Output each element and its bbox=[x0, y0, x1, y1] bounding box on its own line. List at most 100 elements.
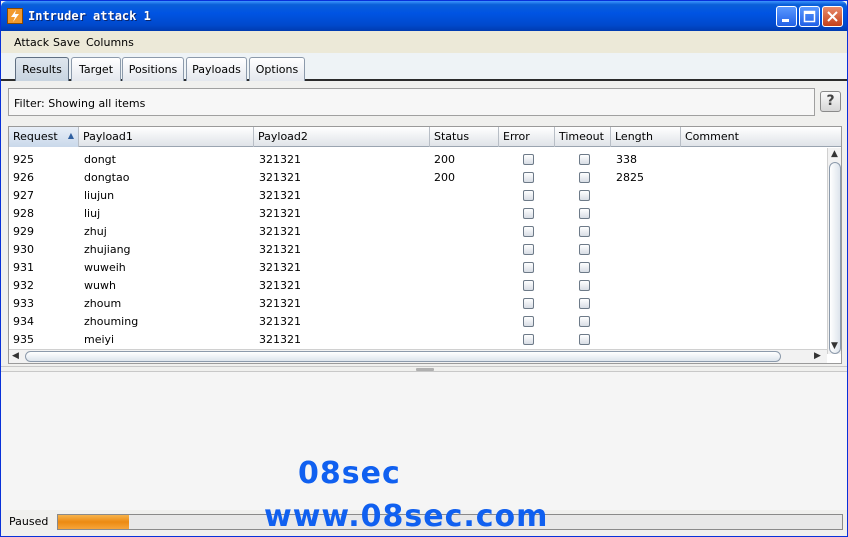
column-header-comment[interactable]: Comment bbox=[681, 127, 841, 147]
error-checkbox[interactable] bbox=[523, 280, 534, 291]
watermark-line1: 08sec bbox=[298, 456, 401, 491]
cell-request: 931 bbox=[13, 261, 34, 274]
close-button[interactable] bbox=[822, 6, 843, 27]
cell-request: 934 bbox=[13, 315, 34, 328]
vertical-scrollbar[interactable]: ▲ ▼ bbox=[827, 148, 841, 354]
cell-payload1: liujun bbox=[84, 189, 115, 202]
burp-lightning-icon bbox=[7, 8, 23, 24]
column-header-status[interactable]: Status bbox=[430, 127, 499, 147]
error-checkbox[interactable] bbox=[523, 334, 534, 345]
table-row[interactable]: 925 dongt 321321 200 338 bbox=[9, 151, 827, 169]
tab-results[interactable]: Results bbox=[15, 57, 69, 81]
column-header-request[interactable]: Request ▲ bbox=[9, 127, 79, 147]
column-header-label: Request bbox=[13, 130, 58, 143]
timeout-checkbox[interactable] bbox=[579, 262, 590, 273]
cell-payload2: 321321 bbox=[259, 315, 301, 328]
error-checkbox[interactable] bbox=[523, 154, 534, 165]
tab-target[interactable]: Target bbox=[71, 57, 121, 81]
cell-payload1: wuwh bbox=[84, 279, 116, 292]
splitter-grip-icon[interactable] bbox=[416, 368, 434, 371]
cell-payload1: zhujiang bbox=[84, 243, 131, 256]
cell-payload1: dongtao bbox=[84, 171, 130, 184]
column-header-timeout[interactable]: Timeout bbox=[555, 127, 611, 147]
error-checkbox[interactable] bbox=[523, 208, 534, 219]
timeout-checkbox[interactable] bbox=[579, 316, 590, 327]
table-row[interactable]: 931 wuweih 321321 bbox=[9, 259, 827, 277]
timeout-checkbox[interactable] bbox=[579, 280, 590, 291]
timeout-checkbox[interactable] bbox=[579, 172, 590, 183]
tab-options[interactable]: Options bbox=[249, 57, 305, 81]
filter-label: Filter: Showing all items bbox=[14, 97, 146, 110]
cell-payload2: 321321 bbox=[259, 189, 301, 202]
timeout-checkbox[interactable] bbox=[579, 154, 590, 165]
cell-payload1: dongt bbox=[84, 153, 116, 166]
error-checkbox[interactable] bbox=[523, 226, 534, 237]
request-response-pane bbox=[1, 372, 847, 510]
table-row[interactable]: 926 dongtao 321321 200 2825 bbox=[9, 169, 827, 187]
cell-payload2: 321321 bbox=[259, 171, 301, 184]
cell-payload1: liuj bbox=[84, 207, 101, 220]
sort-ascending-icon: ▲ bbox=[67, 131, 74, 140]
cell-payload1: meiyi bbox=[84, 333, 115, 346]
cell-payload1: zhouming bbox=[84, 315, 139, 328]
timeout-checkbox[interactable] bbox=[579, 208, 590, 219]
horizontal-scroll-thumb[interactable] bbox=[25, 351, 781, 362]
scroll-down-icon[interactable]: ▼ bbox=[831, 341, 838, 351]
table-row[interactable]: 934 zhouming 321321 bbox=[9, 313, 827, 331]
error-checkbox[interactable] bbox=[523, 172, 534, 183]
vertical-scroll-thumb[interactable] bbox=[829, 162, 841, 354]
column-header-payload2[interactable]: Payload2 bbox=[254, 127, 430, 147]
table-header: Request ▲ Payload1 Payload2 Status Error… bbox=[9, 127, 841, 147]
menu-save[interactable]: Save bbox=[53, 36, 80, 49]
error-checkbox[interactable] bbox=[523, 316, 534, 327]
cell-status: 200 bbox=[434, 171, 455, 184]
column-header-error[interactable]: Error bbox=[499, 127, 555, 147]
table-row[interactable]: 930 zhujiang 321321 bbox=[9, 241, 827, 259]
column-header-payload1[interactable]: Payload1 bbox=[79, 127, 254, 147]
error-checkbox[interactable] bbox=[523, 298, 534, 309]
cell-request: 933 bbox=[13, 297, 34, 310]
progress-fill bbox=[58, 515, 129, 529]
title-bar[interactable]: Intruder attack 1 bbox=[1, 1, 847, 31]
cell-payload2: 321321 bbox=[259, 279, 301, 292]
menu-columns[interactable]: Columns bbox=[86, 36, 134, 49]
minimize-button[interactable] bbox=[776, 6, 797, 27]
cell-request: 935 bbox=[13, 333, 34, 346]
timeout-checkbox[interactable] bbox=[579, 190, 590, 201]
error-checkbox[interactable] bbox=[523, 244, 534, 255]
cell-request: 930 bbox=[13, 243, 34, 256]
menu-attack[interactable]: Attack bbox=[14, 36, 49, 49]
cell-length: 2825 bbox=[616, 171, 644, 184]
maximize-button[interactable] bbox=[799, 6, 820, 27]
column-header-length[interactable]: Length bbox=[611, 127, 681, 147]
table-row[interactable]: 932 wuwh 321321 bbox=[9, 277, 827, 295]
table-row[interactable]: 927 liujun 321321 bbox=[9, 187, 827, 205]
cell-request: 929 bbox=[13, 225, 34, 238]
filter-bar[interactable]: Filter: Showing all items bbox=[8, 88, 815, 116]
timeout-checkbox[interactable] bbox=[579, 334, 590, 345]
timeout-checkbox[interactable] bbox=[579, 244, 590, 255]
window-title: Intruder attack 1 bbox=[28, 9, 151, 23]
timeout-checkbox[interactable] bbox=[579, 298, 590, 309]
status-text: Paused bbox=[9, 515, 49, 528]
table-row[interactable]: 928 liuj 321321 bbox=[9, 205, 827, 223]
cell-payload1: zhuj bbox=[84, 225, 107, 238]
cell-payload2: 321321 bbox=[259, 261, 301, 274]
table-row[interactable]: 933 zhoum 321321 bbox=[9, 295, 827, 313]
tab-payloads[interactable]: Payloads bbox=[186, 57, 247, 81]
help-button[interactable]: ? bbox=[820, 91, 841, 112]
cell-payload1: zhoum bbox=[84, 297, 122, 310]
table-row[interactable]: 935 meiyi 321321 bbox=[9, 331, 827, 349]
error-checkbox[interactable] bbox=[523, 262, 534, 273]
tab-positions[interactable]: Positions bbox=[122, 57, 184, 81]
error-checkbox[interactable] bbox=[523, 190, 534, 201]
scroll-right-icon[interactable]: ▶ bbox=[814, 351, 821, 361]
timeout-checkbox[interactable] bbox=[579, 226, 590, 237]
cell-payload2: 321321 bbox=[259, 153, 301, 166]
cell-payload1: wuweih bbox=[84, 261, 126, 274]
table-row[interactable]: 929 zhuj 321321 bbox=[9, 223, 827, 241]
scroll-up-icon[interactable]: ▲ bbox=[831, 149, 838, 159]
horizontal-scrollbar[interactable]: ◀ ▶ bbox=[9, 349, 827, 363]
cell-payload2: 321321 bbox=[259, 333, 301, 346]
scroll-left-icon[interactable]: ◀ bbox=[12, 351, 19, 361]
